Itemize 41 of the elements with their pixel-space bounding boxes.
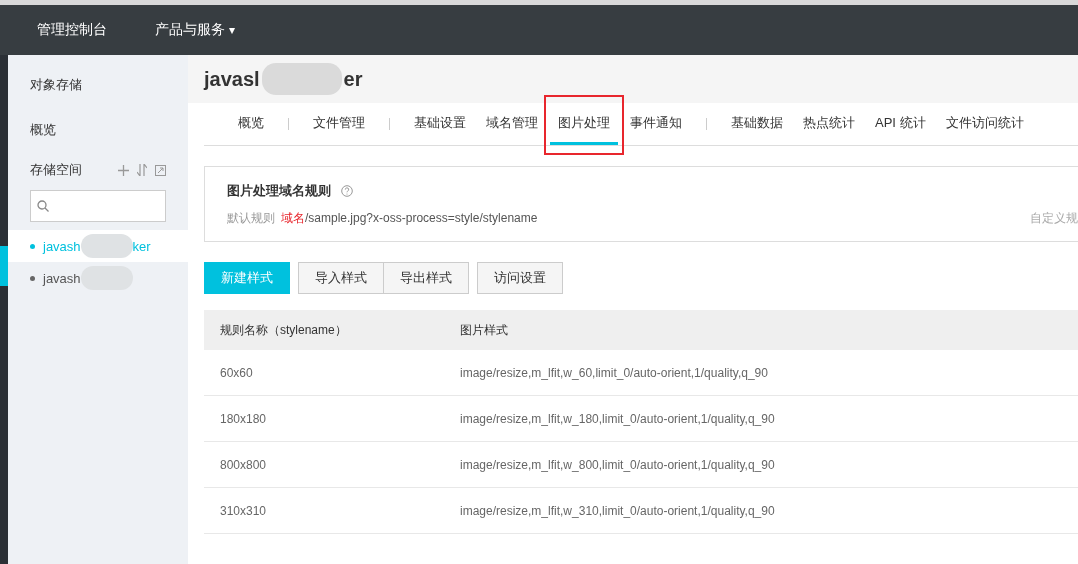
section-label: 存储空间 <box>30 161 83 179</box>
sidebar-item[interactable]: 概览 <box>8 116 188 144</box>
nav-indicator <box>0 246 8 286</box>
bucket-title: javasl er <box>204 63 363 95</box>
card-title: 图片处理域名规则 <box>227 181 331 200</box>
add-icon[interactable] <box>118 164 129 176</box>
help-icon[interactable] <box>341 184 353 197</box>
table-cell-text: 310x310 <box>220 503 268 518</box>
table-cell-text: 800x800 <box>220 457 268 472</box>
action-button[interactable]: 导入样式 <box>298 262 384 294</box>
tab[interactable]: 域名管理 <box>478 103 546 145</box>
sort-icon[interactable] <box>137 164 147 176</box>
console-title[interactable]: 管理控制台 <box>37 21 107 39</box>
sidebar-title: 对象存储 <box>29 76 83 94</box>
table-cell-text: 180x180 <box>220 411 268 426</box>
tab[interactable]: 基础数据 <box>723 103 791 145</box>
action-button[interactable]: 导出样式 <box>383 262 469 294</box>
column-header: 规则名称（stylename） <box>220 321 348 339</box>
tab[interactable]: 文件访问统计 <box>937 103 1032 145</box>
column-header: 图片样式 <box>460 321 509 339</box>
tab[interactable]: 概览 <box>230 103 272 145</box>
action-button[interactable]: 访问设置 <box>477 262 563 294</box>
bucket-item[interactable]: javash <box>8 262 188 294</box>
tab[interactable]: API 统计 <box>867 103 934 145</box>
rule-text: 域名/sample.jpg?x-oss-process=style/stylename <box>281 209 539 227</box>
tab[interactable]: 基础设置 <box>406 103 474 145</box>
table-cell-text: image/resize,m_lfit,w_310,limit_0/auto-orient,1/quality,q_90 <box>460 503 776 518</box>
rule-label: 默认规则 <box>227 209 275 227</box>
products-menu[interactable]: 产品与服务 ▾ <box>155 21 236 39</box>
search-field[interactable] <box>30 190 166 222</box>
search-icon <box>37 200 49 212</box>
table-cell-text: image/resize,m_lfit,w_180,limit_0/auto-orient,1/quality,q_90 <box>460 411 776 426</box>
tab[interactable]: 事件通知 <box>622 103 690 145</box>
redaction-blur <box>80 234 133 258</box>
expand-icon[interactable] <box>155 164 166 176</box>
table-cell-text: image/resize,m_lfit,w_800,limit_0/auto-orient,1/quality,q_90 <box>460 457 776 472</box>
tab[interactable]: 图片处理 <box>550 103 618 145</box>
tab[interactable]: 热点统计 <box>795 103 863 145</box>
table-cell-text: 60x60 <box>220 365 254 380</box>
table-cell-text: image/resize,m_lfit,w_60,limit_0/auto-orient,1/quality,q_90 <box>460 365 769 380</box>
tab[interactable]: 文件管理 <box>305 103 373 145</box>
